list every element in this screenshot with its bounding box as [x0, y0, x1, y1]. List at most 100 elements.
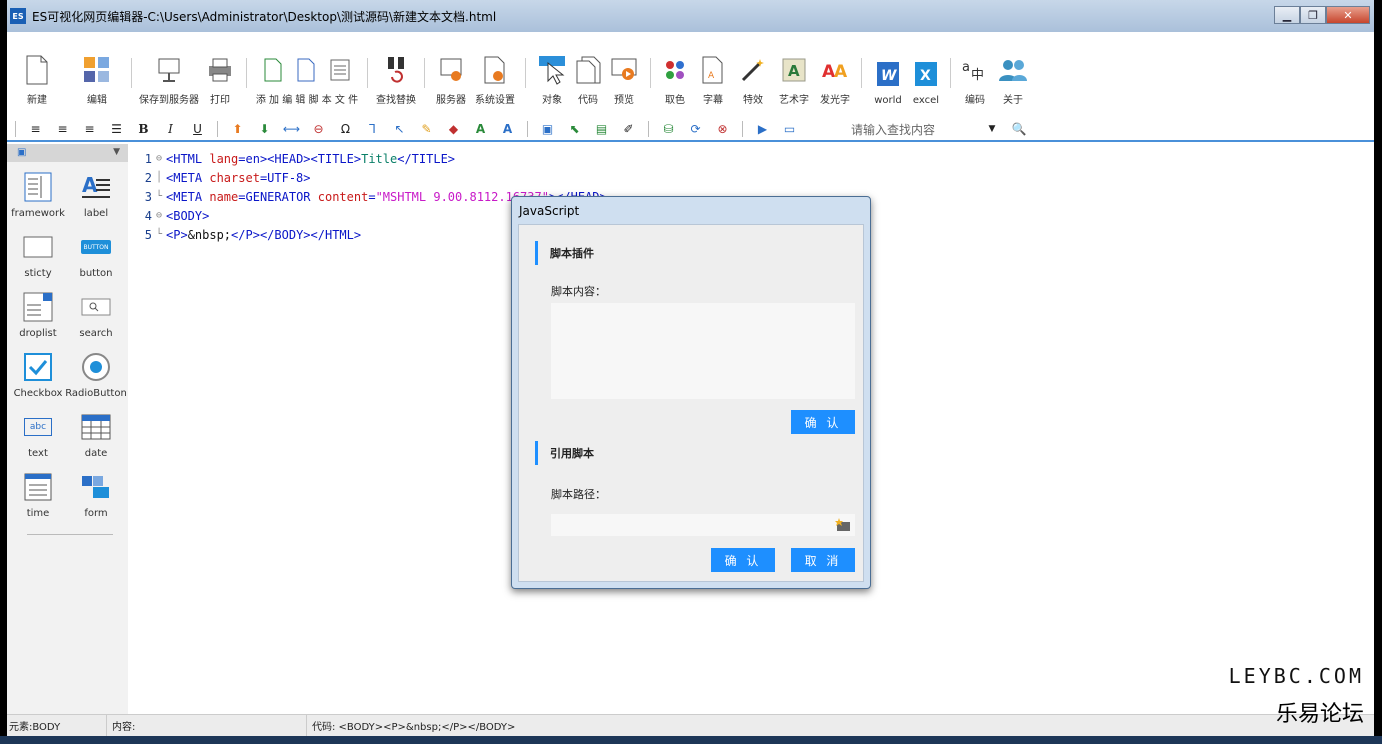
- move-up-icon[interactable]: ⬆: [227, 120, 249, 138]
- about-icon: [998, 55, 1028, 85]
- component-time[interactable]: time: [9, 468, 67, 528]
- subtitle-icon: A: [698, 55, 728, 85]
- fill-color-icon[interactable]: ◆: [443, 120, 465, 138]
- title-bar: ES ES可视化网页编辑器-C:\Users\Administrator\Des…: [7, 0, 1374, 32]
- remove-icon[interactable]: ⊗: [712, 120, 734, 138]
- taskbar: [0, 736, 1382, 744]
- save-to-server-button[interactable]: 保存到服务器: [138, 44, 200, 114]
- preview-button[interactable]: 预览: [604, 44, 644, 114]
- section-reference-script: 引用脚本: [535, 441, 594, 465]
- italic-icon[interactable]: I: [160, 120, 182, 138]
- insert-page-icon[interactable]: ▣: [537, 120, 559, 138]
- component-text[interactable]: abc text: [9, 408, 67, 468]
- component-sticky[interactable]: sticty: [9, 228, 67, 288]
- bold-icon[interactable]: B: [133, 120, 155, 138]
- server-button[interactable]: 服务器: [431, 44, 471, 114]
- word-button[interactable]: W world: [868, 44, 908, 114]
- script-path-input[interactable]: [551, 514, 855, 536]
- find-replace-button[interactable]: 查找替换: [374, 44, 418, 114]
- fold-toggle-icon[interactable]: ⊖: [152, 153, 166, 164]
- status-bar: 元素:BODY 内容: 代码: <BODY><P>&nbsp;</P></BOD…: [7, 714, 1374, 736]
- align-left-icon[interactable]: ≡: [25, 120, 47, 138]
- subtitle-button[interactable]: A 字幕: [693, 44, 733, 114]
- cancel-button[interactable]: 取 消: [791, 548, 855, 572]
- special-char-icon[interactable]: Ω: [335, 120, 357, 138]
- svg-text:中: 中: [971, 68, 984, 83]
- new-button[interactable]: 新建: [17, 44, 57, 114]
- delete-icon[interactable]: ⊖: [308, 120, 330, 138]
- indent-icon[interactable]: Ꞁ: [362, 120, 384, 138]
- window-controls: ▁ ❐ ✕: [1274, 6, 1370, 24]
- component-framework[interactable]: framework: [9, 168, 67, 228]
- outdent-icon[interactable]: ↖: [389, 120, 411, 138]
- refresh-icon[interactable]: ⟳: [685, 120, 707, 138]
- script-content-textarea[interactable]: [551, 303, 855, 399]
- close-button[interactable]: ✕: [1326, 6, 1370, 24]
- component-checkbox[interactable]: Checkbox: [9, 348, 67, 408]
- component-label[interactable]: Alabel: [67, 168, 125, 228]
- search-dropdown-icon[interactable]: ▼: [981, 120, 1003, 138]
- fold-toggle-icon[interactable]: ⊖: [152, 210, 166, 221]
- font-style-icon[interactable]: A: [497, 120, 519, 138]
- database-icon[interactable]: ⛁: [658, 120, 680, 138]
- settings-icon: [480, 55, 510, 85]
- align-center-icon[interactable]: ≡: [52, 120, 74, 138]
- underline-icon[interactable]: U: [187, 120, 209, 138]
- ribbon-separator: [861, 58, 862, 88]
- component-date[interactable]: date: [67, 408, 125, 468]
- color-picker-button[interactable]: 取色: [657, 44, 693, 114]
- dialog-title: JavaScript: [519, 204, 580, 218]
- dialog-body: 脚本插件 脚本内容： 确 认 引用脚本 脚本路径： 确 认 取 消: [518, 224, 864, 582]
- highlight-icon[interactable]: ✎: [416, 120, 438, 138]
- code-icon: [573, 55, 603, 85]
- add-edit-script-button[interactable]: 添 加 编 辑 脚 本 文 件: [253, 44, 361, 114]
- component-form[interactable]: form: [67, 468, 125, 528]
- component-search[interactable]: search: [67, 288, 125, 348]
- browse-folder-icon[interactable]: [835, 518, 851, 532]
- select-icon[interactable]: ⬉: [564, 120, 586, 138]
- edit-button[interactable]: 编辑: [69, 44, 125, 114]
- excel-button[interactable]: X excel: [908, 44, 944, 114]
- about-button[interactable]: 关于: [993, 44, 1033, 114]
- align-justify-icon[interactable]: ☰: [106, 120, 128, 138]
- run-icon[interactable]: ▶: [752, 120, 774, 138]
- object-view-button[interactable]: 对象: [532, 44, 572, 114]
- edit-tag-icon[interactable]: ✐: [618, 120, 640, 138]
- move-down-icon[interactable]: ⬇: [254, 120, 276, 138]
- component-button[interactable]: BUTTON button: [67, 228, 125, 288]
- watermark-name: 乐易论坛: [1275, 702, 1364, 727]
- sidebar-collapse-icon[interactable]: ▼: [113, 147, 120, 157]
- settings-button[interactable]: 系统设置: [471, 44, 519, 114]
- insert-block-icon[interactable]: ▤: [591, 120, 613, 138]
- search-input[interactable]: 请输入查找内容: [851, 121, 971, 138]
- horizontal-rule-icon[interactable]: ⟷: [281, 120, 303, 138]
- toolbar-separator: [648, 121, 649, 137]
- component-droplist[interactable]: droplist: [9, 288, 67, 348]
- glow-text-button[interactable]: AA 发光字: [815, 44, 855, 114]
- save-to-server-icon: [154, 55, 184, 85]
- effect-icon: [738, 55, 768, 85]
- script-content-label: 脚本内容：: [551, 285, 606, 298]
- main-ribbon: 新建 编辑 保存到服务器 打印 添 加 编 辑 脚 本 文 件 查找替换 服务器: [7, 44, 1374, 114]
- align-right-icon[interactable]: ≡: [79, 120, 101, 138]
- maximize-button[interactable]: ❐: [1300, 6, 1326, 24]
- confirm-path-button[interactable]: 确 认: [711, 548, 775, 572]
- browser-icon[interactable]: ▭: [779, 120, 801, 138]
- code-view-button[interactable]: 代码: [572, 44, 604, 114]
- preview-icon: [609, 55, 639, 85]
- excel-icon: X: [911, 59, 941, 89]
- sidebar-header: ▣ ▼: [7, 144, 128, 162]
- confirm-script-button[interactable]: 确 认: [791, 410, 855, 434]
- font-color-icon[interactable]: A: [470, 120, 492, 138]
- server-icon: [436, 55, 466, 85]
- minimize-button[interactable]: ▁: [1274, 6, 1300, 24]
- form-icon: [81, 472, 111, 502]
- effect-button[interactable]: 特效: [733, 44, 773, 114]
- ribbon-separator: [246, 58, 247, 88]
- encoding-button[interactable]: a中 编码: [957, 44, 993, 114]
- art-text-button[interactable]: A 艺术字: [773, 44, 815, 114]
- print-button[interactable]: 打印: [200, 44, 240, 114]
- search-icon[interactable]: 🔍: [1008, 120, 1030, 138]
- component-radio[interactable]: RadioButton: [65, 348, 127, 408]
- sidebar-pin-icon[interactable]: ▣: [17, 147, 26, 158]
